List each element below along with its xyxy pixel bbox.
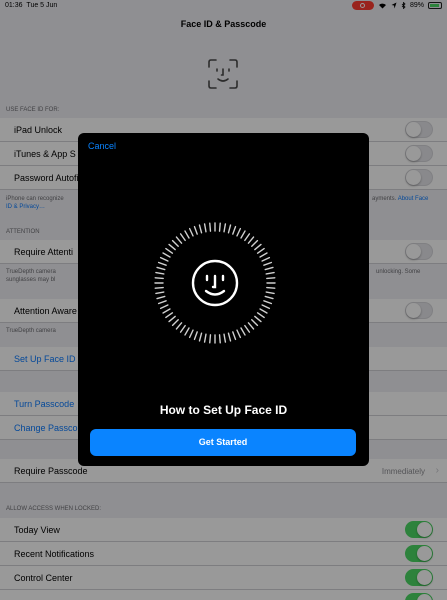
scan-tick xyxy=(171,239,179,247)
scan-tick xyxy=(209,334,212,344)
scan-tick xyxy=(198,224,203,234)
scan-tick xyxy=(265,271,275,275)
scan-tick xyxy=(218,222,221,232)
scan-tick xyxy=(193,225,198,235)
scan-tick xyxy=(184,230,190,239)
scan-tick xyxy=(259,308,268,314)
scan-tick xyxy=(227,224,232,234)
scan-tick xyxy=(266,286,276,289)
scan-tick xyxy=(179,324,186,333)
scan-tick xyxy=(265,291,275,295)
scan-tick xyxy=(264,266,274,271)
scan-tick xyxy=(159,256,169,262)
scan-tick xyxy=(198,332,203,342)
scan-tick xyxy=(263,300,273,305)
scan-tick xyxy=(156,295,166,300)
scan-tick xyxy=(179,233,186,242)
scan-tick xyxy=(254,243,262,251)
scan-tick xyxy=(264,295,274,300)
scan-tick xyxy=(155,291,165,295)
scan-tick xyxy=(227,332,232,342)
scan-tick xyxy=(156,266,166,271)
scan-tick xyxy=(232,331,237,341)
scan-tick xyxy=(154,286,164,289)
face-scan-ring-icon xyxy=(154,222,276,344)
scan-tick xyxy=(209,222,212,232)
scan-tick xyxy=(263,261,273,266)
scan-tick xyxy=(165,312,174,319)
scan-tick xyxy=(266,277,276,280)
scan-tick xyxy=(171,319,179,327)
scan-tick xyxy=(223,223,227,233)
scan-tick xyxy=(203,223,207,233)
scan-tick xyxy=(251,239,259,247)
scan-tick xyxy=(175,322,183,330)
scan-tick xyxy=(175,236,183,244)
scan-tick xyxy=(261,304,271,310)
scan-tick xyxy=(188,227,194,237)
scan-tick xyxy=(184,327,190,336)
scan-tick xyxy=(259,252,268,258)
scan-tick xyxy=(188,329,194,339)
scan-tick xyxy=(256,247,265,254)
modal-heading: How to Set Up Face ID xyxy=(159,403,288,417)
scan-tick xyxy=(193,331,198,341)
scan-tick xyxy=(162,308,171,314)
scan-tick xyxy=(168,243,176,251)
scan-tick xyxy=(256,312,265,319)
scan-tick xyxy=(159,304,169,310)
scan-tick xyxy=(162,252,171,258)
scan-tick xyxy=(247,322,255,330)
scan-tick xyxy=(165,247,174,254)
scan-tick xyxy=(154,277,164,280)
cancel-button[interactable]: Cancel xyxy=(88,141,116,151)
scan-tick xyxy=(247,236,255,244)
scan-tick xyxy=(157,261,167,266)
scan-tick xyxy=(218,334,221,344)
scan-tick xyxy=(261,256,271,262)
scan-tick xyxy=(240,230,246,239)
scan-tick xyxy=(236,329,242,339)
scan-tick xyxy=(157,300,167,305)
scan-tick xyxy=(244,233,251,242)
get-started-button[interactable]: Get Started xyxy=(90,429,356,456)
scan-tick xyxy=(203,333,207,343)
scan-tick xyxy=(223,333,227,343)
scan-tick xyxy=(168,315,176,323)
scan-tick xyxy=(236,227,242,237)
scan-tick xyxy=(240,327,246,336)
scan-tick xyxy=(254,315,262,323)
scan-tick xyxy=(155,271,165,275)
face-id-setup-modal: Cancel How to Set Up Face ID Get Started xyxy=(78,133,369,466)
scan-tick xyxy=(251,319,259,327)
scan-tick xyxy=(244,324,251,333)
scan-tick xyxy=(232,225,237,235)
